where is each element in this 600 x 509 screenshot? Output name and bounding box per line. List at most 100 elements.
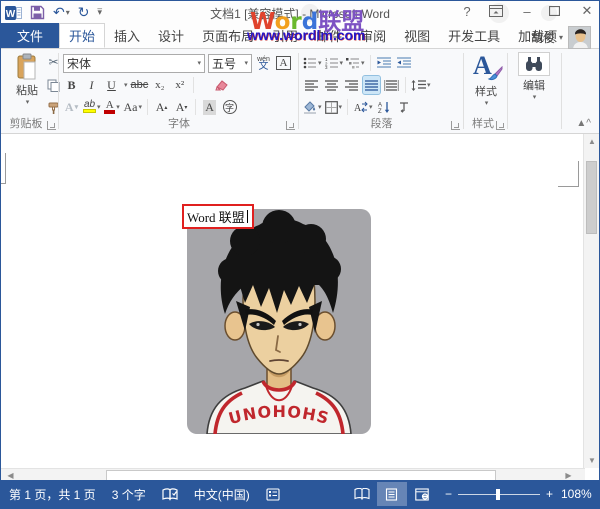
- help-button[interactable]: ?: [459, 4, 475, 19]
- styles-button-label: 样式: [475, 83, 497, 99]
- tab-insert[interactable]: 插入: [105, 23, 149, 48]
- page-indicator[interactable]: 第 1 页，共 1 页: [1, 480, 104, 508]
- collapse-ribbon-icon[interactable]: ▲︎​^: [576, 118, 591, 129]
- close-button[interactable]: ✕: [579, 3, 595, 19]
- bold-button[interactable]: B: [63, 76, 80, 94]
- word-window: W ↶▾ ↻ ▾̅ 文档1 [兼容模式] - Microsoft Word ? …: [0, 0, 600, 509]
- minimize-button[interactable]: –: [519, 4, 535, 19]
- tab-home[interactable]: 开始: [59, 23, 105, 48]
- document-picture[interactable]: UNOHOHS: [187, 209, 371, 434]
- language-indicator[interactable]: 中文(中国): [186, 480, 258, 508]
- ribbon: 粘贴 ▾ ✂ 剪贴板 宋体▾ 五号▾ wén文 A: [1, 49, 599, 134]
- maximize-button[interactable]: [549, 6, 565, 16]
- paste-label: 粘贴: [16, 82, 38, 98]
- margin-crop-mark: [5, 153, 6, 183]
- bullets-icon[interactable]: ▾: [303, 54, 322, 72]
- underline-button[interactable]: U: [103, 76, 120, 94]
- zoom-slider[interactable]: [458, 494, 540, 495]
- editing-caret-icon: ▾: [533, 93, 537, 101]
- zoom-percentage[interactable]: 108%: [561, 487, 599, 501]
- vertical-scrollbar[interactable]: ▲ ▼: [583, 134, 599, 468]
- character-shading-icon[interactable]: A: [201, 98, 218, 116]
- zoom-slider-thumb[interactable]: [496, 489, 500, 500]
- enclose-characters-icon[interactable]: 字: [221, 98, 238, 116]
- text-effects-icon[interactable]: A▾: [63, 98, 80, 116]
- editing-group: 编辑 ▾: [508, 49, 562, 133]
- paste-button[interactable]: 粘贴 ▾: [9, 53, 45, 121]
- read-mode-icon[interactable]: [347, 482, 377, 506]
- user-avatar[interactable]: [568, 26, 591, 49]
- italic-button[interactable]: I: [83, 76, 100, 94]
- ribbon-display-options-icon[interactable]: [489, 5, 505, 17]
- change-case-icon[interactable]: Aa▾: [124, 98, 143, 116]
- styles-group: A 样式 ▾ 样式: [464, 49, 508, 133]
- align-right-icon[interactable]: [343, 76, 360, 94]
- text-highlight-icon[interactable]: ab▾: [83, 98, 101, 116]
- annotated-overlay-text[interactable]: Word 联盟: [182, 204, 254, 229]
- clear-formatting-icon[interactable]: [213, 76, 230, 94]
- scroll-up-icon[interactable]: ▲: [584, 134, 600, 149]
- tab-file[interactable]: 文件: [1, 23, 59, 48]
- asian-layout-icon[interactable]: A▾: [353, 98, 373, 116]
- show-hide-marks-icon[interactable]: [396, 98, 413, 116]
- shading-icon[interactable]: ▾: [303, 98, 322, 116]
- editing-button-label: 编辑: [523, 77, 545, 93]
- user-name[interactable]: 胡俊▾: [531, 29, 563, 46]
- shrink-font-icon[interactable]: A▾: [173, 98, 190, 116]
- strikethrough-button[interactable]: abc: [131, 76, 149, 94]
- grow-font-icon[interactable]: A▴: [153, 98, 170, 116]
- svg-text:3: 3: [325, 65, 328, 69]
- tab-design[interactable]: 设计: [149, 23, 193, 48]
- macro-record-icon[interactable]: [258, 480, 288, 508]
- user-caret-icon: ▾: [559, 33, 563, 42]
- align-center-icon[interactable]: [323, 76, 340, 94]
- superscript-button[interactable]: x²: [171, 76, 188, 94]
- document-canvas[interactable]: UNOHOHS: [1, 134, 585, 468]
- zoom-out-button[interactable]: −: [445, 487, 452, 501]
- proofing-icon[interactable]: [154, 480, 186, 508]
- multilevel-list-icon[interactable]: ▾: [346, 54, 365, 72]
- text-cursor: [247, 210, 248, 223]
- zoom-control: − +: [437, 487, 561, 501]
- font-group: 宋体▾ 五号▾ wén文 A B I U ▾ abc x₂ x² A▾ ab▾: [59, 49, 299, 133]
- underline-caret-icon[interactable]: ▾: [124, 81, 128, 89]
- justify-icon[interactable]: [363, 76, 380, 94]
- character-border-icon[interactable]: A: [275, 54, 292, 72]
- font-name-combo[interactable]: 宋体▾: [63, 54, 205, 73]
- editing-button[interactable]: 编辑 ▾: [514, 52, 554, 101]
- zoom-in-button[interactable]: +: [546, 487, 553, 501]
- borders-icon[interactable]: ▾: [325, 98, 343, 116]
- web-layout-icon[interactable]: [407, 482, 437, 506]
- margin-crop-mark: [1, 183, 6, 184]
- phonetic-guide-icon[interactable]: wén文: [255, 54, 272, 72]
- styles-caret-icon: ▾: [485, 99, 489, 107]
- subscript-button[interactable]: x₂: [151, 76, 168, 94]
- increase-indent-icon[interactable]: [396, 54, 413, 72]
- view-switcher: [347, 480, 437, 508]
- numbering-icon[interactable]: 123▾: [325, 54, 344, 72]
- font-size-combo[interactable]: 五号▾: [208, 54, 252, 73]
- scroll-down-icon[interactable]: ▼: [584, 453, 600, 468]
- paragraph-group: ▾ 123▾ ▾ ▾ ▾ ▾ A▾ AZ: [299, 49, 464, 133]
- tab-developer[interactable]: 开发工具: [439, 23, 509, 48]
- distribute-icon[interactable]: [383, 76, 400, 94]
- font-dialog-launcher-icon[interactable]: [286, 121, 295, 130]
- font-group-label: 字体: [59, 115, 299, 131]
- line-spacing-icon[interactable]: ▾: [411, 76, 431, 94]
- styles-dialog-launcher-icon[interactable]: [496, 121, 505, 130]
- paste-icon: [15, 53, 39, 80]
- word-count[interactable]: 3 个字: [104, 480, 154, 508]
- vertical-scroll-thumb[interactable]: [586, 161, 597, 234]
- sort-icon[interactable]: AZ: [376, 98, 393, 116]
- overlay-text[interactable]: Word 联盟: [187, 207, 245, 226]
- styles-button[interactable]: A 样式 ▾: [466, 52, 506, 107]
- clipboard-dialog-launcher-icon[interactable]: [47, 121, 56, 130]
- font-color-icon[interactable]: A▾: [104, 98, 121, 116]
- align-left-icon[interactable]: [303, 76, 320, 94]
- print-layout-icon[interactable]: [377, 482, 407, 506]
- paragraph-group-label: 段落: [299, 115, 464, 131]
- tab-view[interactable]: 视图: [395, 23, 439, 48]
- decrease-indent-icon[interactable]: [376, 54, 393, 72]
- group-separator: [561, 53, 562, 129]
- svg-text:Z: Z: [378, 109, 382, 113]
